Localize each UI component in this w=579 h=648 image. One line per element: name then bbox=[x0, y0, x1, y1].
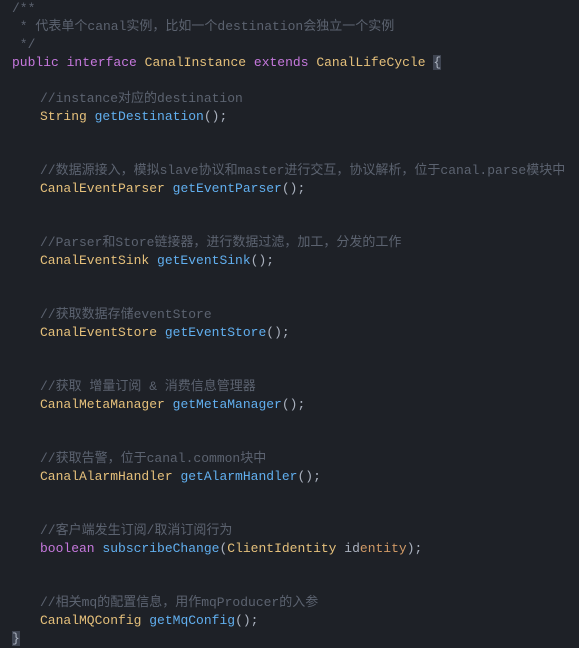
method-name: getEventParser bbox=[173, 181, 282, 196]
comment-text: //获取 增量订阅 & 消费信息管理器 bbox=[40, 379, 256, 394]
comment-text: */ bbox=[12, 37, 35, 52]
punctuation: (); bbox=[204, 109, 227, 124]
type-name: CanalEventSink bbox=[40, 253, 149, 268]
code-line: boolean subscribeChange(ClientIdentity i… bbox=[0, 540, 579, 558]
code-line: CanalMetaManager getMetaManager(); bbox=[0, 396, 579, 414]
punctuation: (); bbox=[251, 253, 274, 268]
punctuation: (); bbox=[266, 325, 289, 340]
type-name: CanalAlarmHandler bbox=[40, 469, 173, 484]
blank-line bbox=[0, 558, 579, 576]
code-line: /** bbox=[0, 0, 579, 18]
code-line: //获取告警，位于canal.common块中 bbox=[0, 450, 579, 468]
code-line: CanalMQConfig getMqConfig(); bbox=[0, 612, 579, 630]
comment-text: //instance对应的destination bbox=[40, 91, 243, 106]
blank-line bbox=[0, 576, 579, 594]
code-line: public interface CanalInstance extends C… bbox=[0, 54, 579, 72]
punctuation: (); bbox=[282, 181, 305, 196]
code-line: * 代表单个canal实例，比如一个destination会独立一个实例 bbox=[0, 18, 579, 36]
code-line: //Parser和Store链接器，进行数据过滤，加工，分发的工作 bbox=[0, 234, 579, 252]
brace: } bbox=[12, 631, 20, 646]
method-name: getEventStore bbox=[165, 325, 266, 340]
param-name: id bbox=[336, 541, 359, 556]
blank-line bbox=[0, 360, 579, 378]
method-name: getMetaManager bbox=[173, 397, 282, 412]
code-line: //数据源接入，模拟slave协议和master进行交互，协议解析，位于cana… bbox=[0, 162, 579, 180]
code-line: CanalEventParser getEventParser(); bbox=[0, 180, 579, 198]
blank-line bbox=[0, 342, 579, 360]
keyword: interface bbox=[67, 55, 137, 70]
type-name: boolean bbox=[40, 541, 95, 556]
method-name: getDestination bbox=[95, 109, 204, 124]
blank-line bbox=[0, 432, 579, 450]
type-name: CanalMQConfig bbox=[40, 613, 141, 628]
punctuation: (); bbox=[235, 613, 258, 628]
comment-text: //获取告警，位于canal.common块中 bbox=[40, 451, 266, 466]
code-line: //instance对应的destination bbox=[0, 90, 579, 108]
code-line: //获取 增量订阅 & 消费信息管理器 bbox=[0, 378, 579, 396]
comment-text: //客户端发生订阅/取消订阅行为 bbox=[40, 523, 232, 538]
code-line: //获取数据存储eventStore bbox=[0, 306, 579, 324]
code-line: */ bbox=[0, 36, 579, 54]
blank-line bbox=[0, 504, 579, 522]
punctuation: ); bbox=[407, 541, 423, 556]
comment-text: //相关mq的配置信息，用作mqProducer的入参 bbox=[40, 595, 318, 610]
comment-text: /** bbox=[12, 1, 35, 16]
method-name: subscribeChange bbox=[102, 541, 219, 556]
blank-line bbox=[0, 144, 579, 162]
type-name: String bbox=[40, 109, 87, 124]
code-editor[interactable]: /** * 代表单个canal实例，比如一个destination会独立一个实例… bbox=[0, 0, 579, 648]
type-name: CanalLifeCycle bbox=[316, 55, 425, 70]
blank-line bbox=[0, 288, 579, 306]
type-name: CanalMetaManager bbox=[40, 397, 165, 412]
blank-line bbox=[0, 72, 579, 90]
code-line: String getDestination(); bbox=[0, 108, 579, 126]
type-name: ClientIdentity bbox=[227, 541, 336, 556]
punctuation: (); bbox=[282, 397, 305, 412]
blank-line bbox=[0, 126, 579, 144]
type-name: CanalInstance bbox=[145, 55, 246, 70]
method-name: getMqConfig bbox=[149, 613, 235, 628]
code-line: //客户端发生订阅/取消订阅行为 bbox=[0, 522, 579, 540]
code-line: CanalEventSink getEventSink(); bbox=[0, 252, 579, 270]
punctuation: (); bbox=[297, 469, 320, 484]
code-line: CanalAlarmHandler getAlarmHandler(); bbox=[0, 468, 579, 486]
type-name: CanalEventStore bbox=[40, 325, 157, 340]
param-name: entity bbox=[360, 541, 407, 556]
keyword: extends bbox=[254, 55, 309, 70]
brace: { bbox=[433, 55, 441, 70]
blank-line bbox=[0, 414, 579, 432]
blank-line bbox=[0, 486, 579, 504]
comment-text: //获取数据存储eventStore bbox=[40, 307, 212, 322]
blank-line bbox=[0, 216, 579, 234]
code-line: CanalEventStore getEventStore(); bbox=[0, 324, 579, 342]
comment-text: //数据源接入，模拟slave协议和master进行交互，协议解析，位于cana… bbox=[40, 163, 565, 178]
type-name: CanalEventParser bbox=[40, 181, 165, 196]
code-line: //相关mq的配置信息，用作mqProducer的入参 bbox=[0, 594, 579, 612]
method-name: getEventSink bbox=[157, 253, 251, 268]
comment-text: //Parser和Store链接器，进行数据过滤，加工，分发的工作 bbox=[40, 235, 401, 250]
method-name: getAlarmHandler bbox=[180, 469, 297, 484]
code-line: } bbox=[0, 630, 579, 648]
keyword: public bbox=[12, 55, 59, 70]
blank-line bbox=[0, 198, 579, 216]
comment-text: * 代表单个canal实例，比如一个destination会独立一个实例 bbox=[12, 19, 394, 34]
blank-line bbox=[0, 270, 579, 288]
